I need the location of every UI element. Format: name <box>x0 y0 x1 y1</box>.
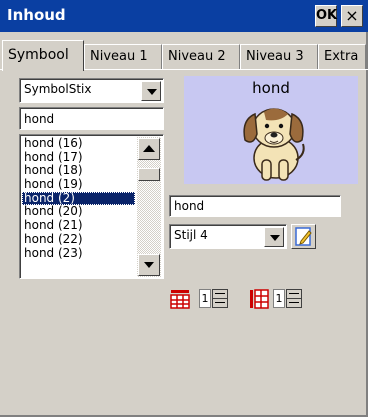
list-item[interactable]: hond (23) <box>22 246 135 261</box>
columns-value[interactable]: 1 <box>273 289 285 308</box>
rows-value[interactable]: 1 <box>199 289 211 308</box>
arrow-up-icon <box>143 145 155 152</box>
style-dropdown-button[interactable] <box>264 227 284 247</box>
list-item[interactable]: hond (18) <box>22 164 135 178</box>
list-item[interactable]: hond (20) <box>22 205 135 219</box>
scroll-down-button[interactable] <box>138 254 160 276</box>
scroll-thumb[interactable] <box>138 168 160 181</box>
caption-input-value: hond <box>174 199 205 213</box>
ok-button[interactable]: OK <box>315 5 337 27</box>
tab-niveau-3[interactable]: Niveau 3 <box>240 44 318 69</box>
tab-strip: Symbool Niveau 1 Niveau 2 Niveau 3 Extra <box>0 40 368 71</box>
columns-stepper[interactable]: 1 <box>273 289 313 308</box>
list-item[interactable]: hond (21) <box>22 219 135 233</box>
window-title: Inhoud <box>7 6 66 24</box>
dog-symbol-image <box>243 108 305 181</box>
rows-grid-icon <box>170 290 190 309</box>
list-item[interactable]: hond (2) <box>22 191 135 206</box>
columns-grid-icon <box>250 289 269 309</box>
dialog-window: Inhoud OK × Symbool Niveau 1 Niveau 2 Ni… <box>0 0 368 417</box>
style-dropdown[interactable]: Stijl 4 <box>169 224 287 249</box>
search-input[interactable]: hond <box>19 107 164 130</box>
tab-niveau-2[interactable]: Niveau 2 <box>162 44 240 69</box>
list-item[interactable]: hond (17) <box>22 150 135 165</box>
tab-symbool[interactable]: Symbool <box>2 40 84 71</box>
results-scrollbar[interactable] <box>137 137 161 277</box>
tab-niveau-1[interactable]: Niveau 1 <box>84 44 162 69</box>
list-item[interactable]: hond (16) <box>22 137 135 151</box>
edit-style-button[interactable] <box>291 224 316 249</box>
results-list[interactable]: hond (16) hond (17) hond (18) hond (19) hond… <box>19 134 164 279</box>
symbol-set-dropdown-button[interactable] <box>141 81 161 101</box>
chevron-down-icon <box>270 235 280 241</box>
caption-input[interactable]: hond <box>169 195 341 217</box>
style-value: Stijl 4 <box>174 228 208 242</box>
rows-up-down-buttons[interactable] <box>212 289 228 308</box>
columns-up-down-buttons[interactable] <box>286 289 302 308</box>
symbol-set-value: SymbolStix <box>24 82 92 96</box>
scroll-up-button[interactable] <box>138 138 160 160</box>
title-bar: Inhoud OK × <box>0 0 368 32</box>
symbol-preview: hond <box>184 76 358 184</box>
arrow-down-icon <box>144 262 154 268</box>
close-button[interactable]: × <box>341 5 363 27</box>
search-input-value: hond <box>24 112 55 126</box>
list-item[interactable]: hond (19) <box>22 178 135 192</box>
results-list-items: hond (16) hond (17) hond (18) hond (19) hond… <box>22 137 135 260</box>
edit-icon <box>295 227 312 246</box>
tab-extra[interactable]: Extra <box>318 44 366 69</box>
symbol-set-dropdown[interactable]: SymbolStix <box>19 78 164 103</box>
rows-stepper[interactable]: 1 <box>199 289 239 308</box>
list-item[interactable]: hond (22) <box>22 232 135 247</box>
chevron-down-icon <box>147 89 157 95</box>
